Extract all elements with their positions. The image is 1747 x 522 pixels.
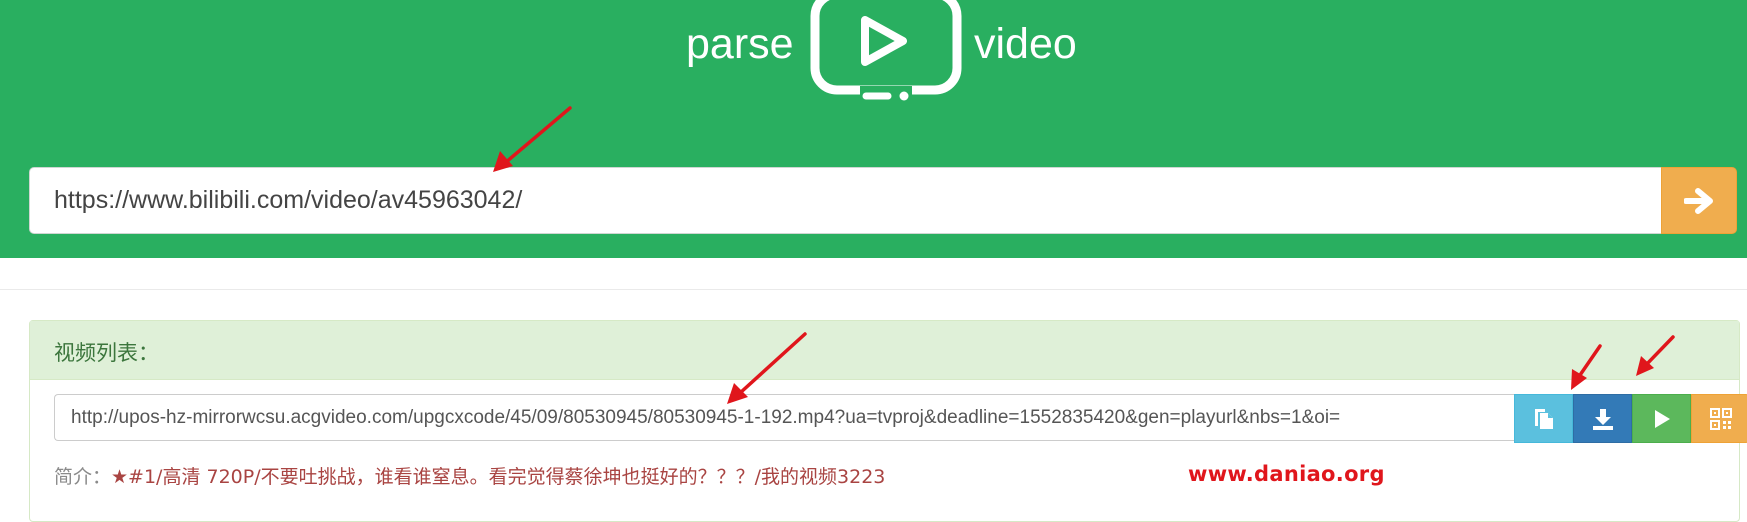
brand-left-word: parse [686,20,794,68]
copy-button[interactable] [1514,394,1573,443]
panel-heading: 视频列表： [30,321,1739,380]
video-url-row [54,394,1747,443]
download-icon [1592,408,1613,430]
video-url-field[interactable] [54,394,1514,441]
search-bar [29,167,1737,236]
brand-right-word: video [974,20,1077,68]
play-icon [1654,409,1670,428]
url-input[interactable] [29,167,1686,234]
brand: parse video [0,0,1747,110]
video-description: 简介：★#1/高清 720P/不要吐挑战，谁看谁窒息。看完觉得蔡徐坤也挺好的？？… [54,462,885,489]
play-button[interactable] [1632,394,1691,443]
qrcode-button[interactable] [1691,394,1747,443]
copy-icon [1534,408,1553,429]
hero-banner: parse video [0,0,1747,258]
description-label: 简介： [54,466,112,488]
section-divider [0,289,1747,290]
description-text: ★#1/高清 720P/不要吐挑战，谁看谁窒息。看完觉得蔡徐坤也挺好的？？？/我… [111,466,886,488]
video-list-panel: 视频列表： http://upos-hz-mirrorwcsu.acgvideo… [29,320,1747,522]
watermark: www.daniao.org [1188,462,1385,486]
parse-submit-button[interactable] [1661,167,1737,234]
arrow-right-icon [1684,187,1713,214]
play-screen-icon [810,0,962,101]
panel-title: 视频列表： [54,341,159,365]
download-button[interactable] [1573,394,1632,443]
video-url-wrap [54,394,1514,443]
qrcode-icon [1709,407,1732,430]
